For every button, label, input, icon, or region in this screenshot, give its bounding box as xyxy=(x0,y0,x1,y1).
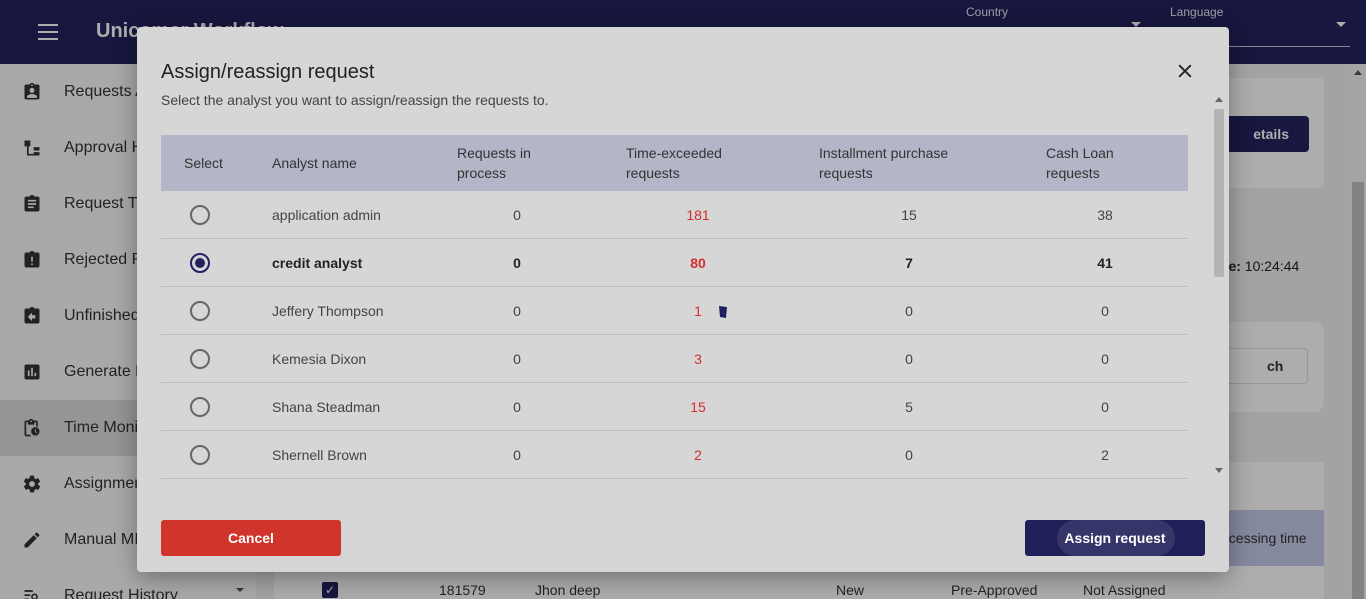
installment-requests: 0 xyxy=(905,303,913,319)
analyst-name: credit analyst xyxy=(272,255,363,271)
column-analyst-name: Analyst name xyxy=(272,155,357,171)
header-line: requests xyxy=(626,165,680,181)
header-line: Installment purchase xyxy=(819,145,949,161)
table-row[interactable]: Shernell Brown 0 2 0 2 xyxy=(161,431,1188,479)
select-radio[interactable] xyxy=(190,301,210,321)
close-icon[interactable] xyxy=(1175,61,1195,81)
select-radio[interactable] xyxy=(190,205,210,225)
table-row[interactable]: application admin 0 181 15 38 xyxy=(161,191,1188,239)
analyst-name: Shernell Brown xyxy=(272,447,367,463)
requests-in-process: 0 xyxy=(513,207,521,223)
select-radio[interactable] xyxy=(190,445,210,465)
cash-loan-requests: 41 xyxy=(1097,255,1113,271)
time-exceeded-requests: 3 xyxy=(694,351,702,367)
select-radio[interactable] xyxy=(190,253,210,273)
installment-requests: 0 xyxy=(905,447,913,463)
table-row[interactable]: Shana Steadman 0 15 5 0 xyxy=(161,383,1188,431)
cash-loan-requests: 38 xyxy=(1097,207,1113,223)
requests-in-process: 0 xyxy=(513,351,521,367)
select-radio[interactable] xyxy=(190,349,210,369)
assign-request-button[interactable]: Assign request xyxy=(1025,520,1205,556)
column-cash-loan: Cash Loan requests xyxy=(1046,135,1114,191)
column-installment-purchase: Installment purchase requests xyxy=(819,135,948,191)
table-row[interactable]: Kemesia Dixon 0 3 0 0 xyxy=(161,335,1188,383)
cash-loan-requests: 2 xyxy=(1101,447,1109,463)
column-time-exceeded: Time-exceeded requests xyxy=(626,135,722,191)
analyst-name: Shana Steadman xyxy=(272,399,381,415)
header-line: Requests in xyxy=(457,145,531,161)
dialog-title: Assign/reassign request xyxy=(161,61,375,83)
mouse-cursor-icon xyxy=(719,306,727,318)
requests-in-process: 0 xyxy=(513,303,521,319)
cancel-button[interactable]: Cancel xyxy=(161,520,341,556)
time-exceeded-requests: 15 xyxy=(690,399,706,415)
assign-request-label: Assign request xyxy=(1064,530,1166,546)
time-exceeded-requests: 80 xyxy=(690,255,706,271)
time-exceeded-requests: 181 xyxy=(686,207,710,223)
header-line: process xyxy=(457,165,507,181)
dialog-subtitle: Select the analyst you want to assign/re… xyxy=(161,92,549,108)
column-select: Select xyxy=(184,155,223,171)
analyst-name: Kemesia Dixon xyxy=(272,351,367,367)
installment-requests: 0 xyxy=(905,351,913,367)
cash-loan-requests: 0 xyxy=(1101,351,1109,367)
requests-in-process: 0 xyxy=(513,447,521,463)
time-exceeded-requests: 2 xyxy=(694,447,702,463)
installment-requests: 15 xyxy=(901,207,917,223)
header-line: Cash Loan xyxy=(1046,145,1114,161)
cash-loan-requests: 0 xyxy=(1101,303,1109,319)
analyst-table-header: Select Analyst name Requests in process T… xyxy=(161,135,1188,191)
installment-requests: 5 xyxy=(905,399,913,415)
requests-in-process: 0 xyxy=(513,255,521,271)
header-line: requests xyxy=(1046,165,1100,181)
header-line: requests xyxy=(819,165,873,181)
column-requests-in-process: Requests in process xyxy=(457,135,531,191)
dialog-scroll-down-icon[interactable] xyxy=(1215,468,1223,473)
select-radio[interactable] xyxy=(190,397,210,417)
dialog-scroll-up-icon[interactable] xyxy=(1215,97,1223,102)
table-row[interactable]: Jeffery Thompson 0 1 0 0 xyxy=(161,287,1188,335)
analyst-name: application admin xyxy=(272,207,381,223)
dialog-scrollbar-thumb[interactable] xyxy=(1214,109,1224,277)
installment-requests: 7 xyxy=(905,255,913,271)
cash-loan-requests: 0 xyxy=(1101,399,1109,415)
analyst-name: Jeffery Thompson xyxy=(272,303,384,319)
table-row[interactable]: credit analyst 0 80 7 41 xyxy=(161,239,1188,287)
requests-in-process: 0 xyxy=(513,399,521,415)
header-line: Time-exceeded xyxy=(626,145,722,161)
assign-dialog: Assign/reassign request Select the analy… xyxy=(137,27,1229,572)
